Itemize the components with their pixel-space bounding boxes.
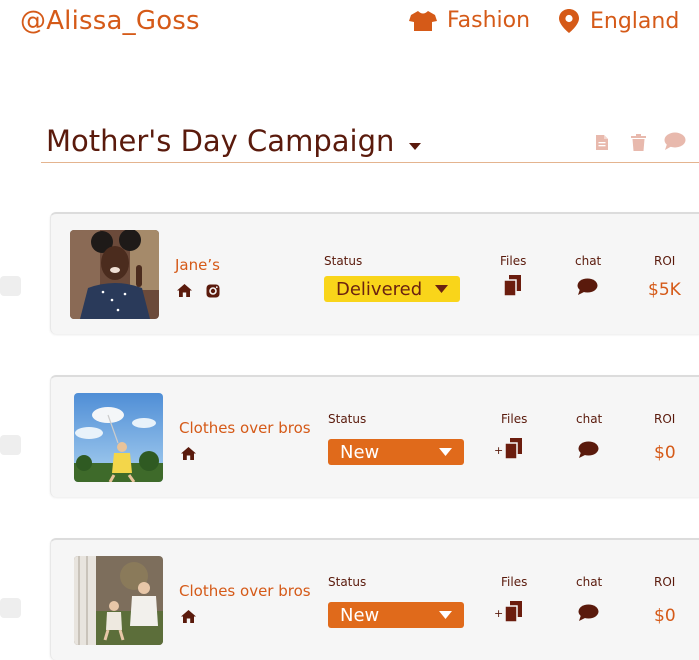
influencer-photo bbox=[70, 230, 159, 319]
tshirt-icon bbox=[409, 10, 437, 31]
influencer-name[interactable]: Clothes over bros bbox=[179, 582, 311, 600]
chat-bubble-icon[interactable] bbox=[578, 441, 599, 459]
document-icon[interactable] bbox=[595, 134, 609, 151]
trash-icon[interactable] bbox=[631, 134, 646, 151]
chat-label: chat bbox=[576, 575, 603, 589]
status-label: Status bbox=[324, 254, 363, 268]
files-icon[interactable] bbox=[504, 601, 523, 623]
comment-icon[interactable] bbox=[664, 132, 686, 151]
caret-down-icon bbox=[439, 448, 452, 456]
chevron-down-icon bbox=[408, 124, 422, 158]
chat-label: chat bbox=[576, 412, 603, 426]
campaign-title: Mother's Day Campaign bbox=[46, 124, 395, 158]
chat-label: chat bbox=[575, 254, 602, 268]
home-icon[interactable] bbox=[181, 447, 196, 460]
influencer-card[interactable]: Clothes over bros Status New Files + cha… bbox=[50, 538, 699, 660]
instagram-icon[interactable] bbox=[206, 284, 220, 298]
chat-bubble-icon[interactable] bbox=[577, 278, 598, 296]
title-divider bbox=[41, 162, 699, 163]
roi-label: ROI bbox=[654, 254, 676, 268]
status-label: Status bbox=[328, 412, 367, 426]
files-label: Files bbox=[501, 412, 528, 426]
chat-bubble-icon[interactable] bbox=[578, 604, 599, 622]
campaign-selector[interactable]: Mother's Day Campaign bbox=[46, 124, 422, 158]
location-label: England bbox=[590, 8, 680, 34]
roi-value: $0 bbox=[654, 606, 676, 626]
add-files-plus[interactable]: + bbox=[494, 444, 503, 457]
status-label: Status bbox=[328, 575, 367, 589]
category-label: Fashion bbox=[447, 8, 531, 33]
status-dropdown[interactable]: New bbox=[328, 439, 464, 465]
status-value: New bbox=[340, 604, 380, 626]
location-tag: England bbox=[558, 8, 679, 34]
roi-value: $5K bbox=[648, 280, 681, 300]
files-icon[interactable] bbox=[503, 275, 522, 297]
caret-down-icon bbox=[439, 611, 452, 619]
roi-value: $0 bbox=[654, 443, 676, 463]
row-checkbox[interactable] bbox=[0, 276, 21, 296]
row-checkbox[interactable] bbox=[0, 598, 21, 618]
add-files-plus[interactable]: + bbox=[494, 607, 503, 620]
influencer-photo bbox=[74, 393, 163, 482]
status-value: New bbox=[340, 441, 380, 463]
row-checkbox[interactable] bbox=[0, 435, 21, 455]
status-dropdown[interactable]: Delivered bbox=[324, 276, 460, 302]
map-pin-icon bbox=[559, 9, 579, 33]
roi-label: ROI bbox=[654, 575, 676, 589]
files-label: Files bbox=[500, 254, 527, 268]
username-handle: @Alissa_Goss bbox=[20, 6, 200, 36]
status-value: Delivered bbox=[336, 278, 423, 300]
roi-label: ROI bbox=[654, 412, 676, 426]
status-dropdown[interactable]: New bbox=[328, 602, 464, 628]
files-icon[interactable] bbox=[504, 438, 523, 460]
influencer-card[interactable]: Jane’s Status Delivered Files chat ROI $… bbox=[50, 212, 699, 334]
influencer-name[interactable]: Jane’s bbox=[175, 256, 220, 274]
home-icon[interactable] bbox=[181, 610, 196, 623]
home-icon[interactable] bbox=[177, 284, 192, 297]
files-label: Files bbox=[501, 575, 528, 589]
category-tag: Fashion bbox=[409, 8, 530, 33]
influencer-name[interactable]: Clothes over bros bbox=[179, 419, 311, 437]
influencer-card[interactable]: Clothes over bros Status New Files + cha… bbox=[50, 375, 699, 497]
caret-down-icon bbox=[435, 285, 448, 293]
influencer-photo bbox=[74, 556, 163, 645]
